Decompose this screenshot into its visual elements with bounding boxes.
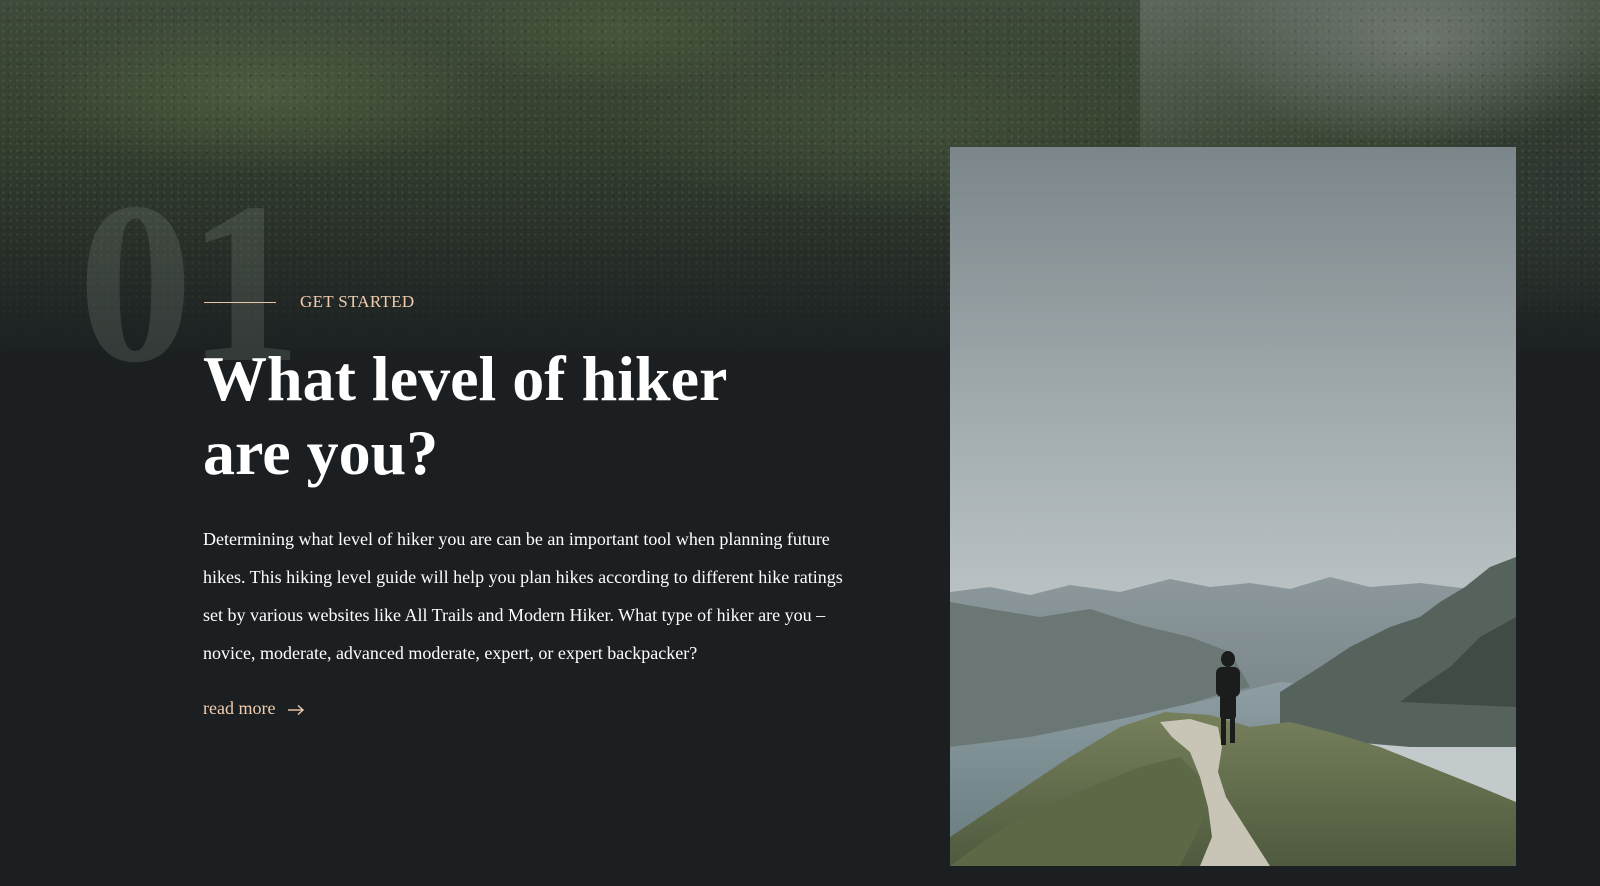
eyebrow: GET STARTED <box>204 292 414 312</box>
hero-section: 01 GET STARTED What level of hiker are y… <box>0 0 1600 886</box>
arrow-right-icon <box>287 703 305 715</box>
section-description: Determining what level of hiker you are … <box>203 529 843 663</box>
eyebrow-divider <box>204 301 276 303</box>
hiker-photo <box>950 147 1516 866</box>
section-heading: What level of hiker are you? <box>203 343 727 488</box>
read-more-link[interactable]: read more <box>203 698 305 719</box>
read-more-label: read more <box>203 698 276 718</box>
eyebrow-label: GET STARTED <box>300 292 415 311</box>
